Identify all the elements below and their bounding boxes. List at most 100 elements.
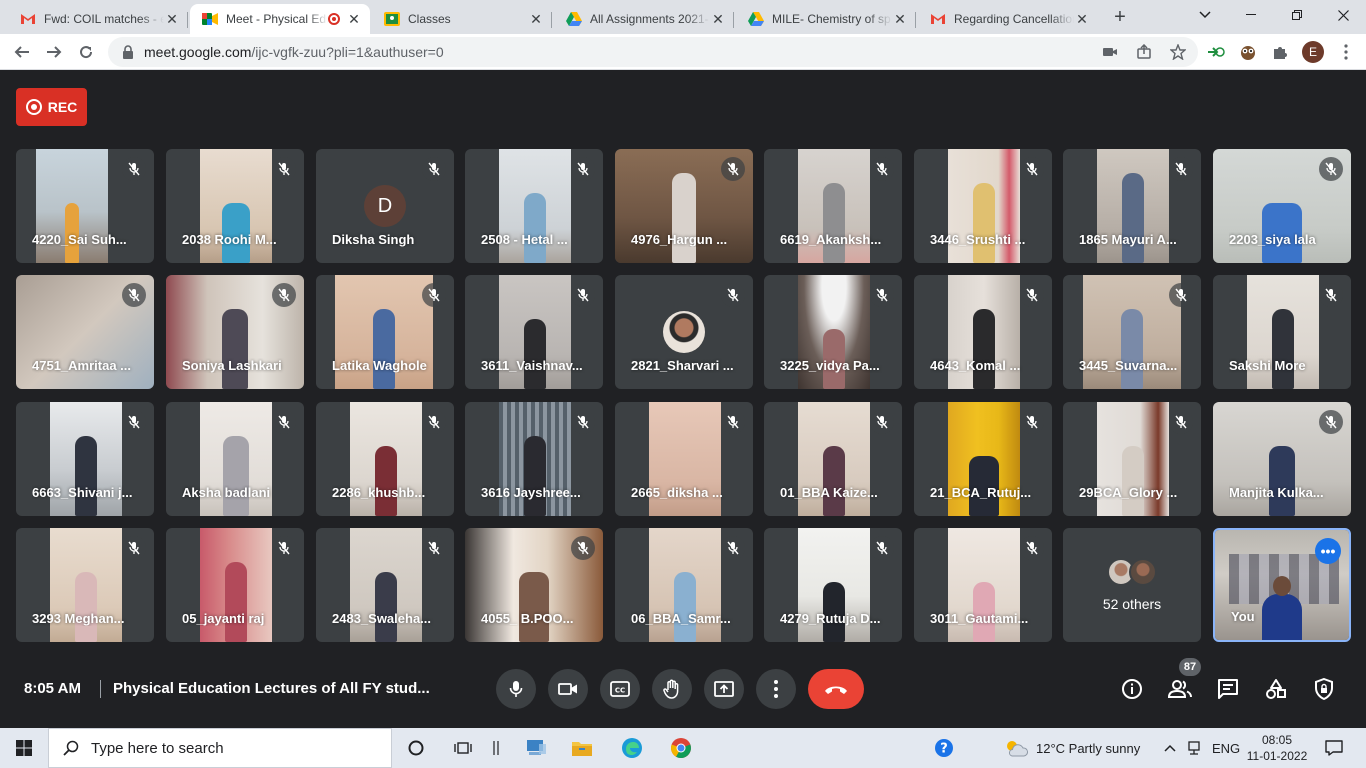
tab-classroom[interactable]: Classes ✕ (372, 4, 552, 34)
profile-avatar[interactable]: E (1302, 41, 1324, 63)
computer-app-icon[interactable] (524, 736, 548, 760)
file-explorer-icon[interactable] (570, 736, 594, 760)
participant-tile[interactable]: 4055_ B.POO... (465, 528, 603, 642)
others-avatar-stack (1107, 558, 1159, 586)
windows-start-button[interactable] (0, 728, 48, 768)
participant-tile[interactable]: 2286_khushb... (316, 402, 454, 516)
participant-tile[interactable]: 2508 - Hetal ... (465, 149, 603, 263)
close-icon[interactable]: ✕ (1074, 11, 1090, 28)
participant-tile[interactable]: D Diksha Singh (316, 149, 454, 263)
task-view-icon[interactable] (451, 736, 475, 760)
participant-tile[interactable]: 29BCA_Glory ... (1063, 402, 1201, 516)
participant-tile[interactable]: Sakshi More (1213, 275, 1351, 389)
participant-tile[interactable]: 2038 Roohi M... (166, 149, 304, 263)
captions-button[interactable]: CC (600, 669, 640, 709)
recording-badge[interactable]: REC (16, 88, 87, 126)
activities-button[interactable] (1263, 676, 1289, 702)
edge-browser-icon[interactable] (620, 736, 644, 760)
taskbar-clock[interactable]: 08:05 11-01-2022 (1244, 732, 1310, 764)
participant-tile[interactable]: 05_jayanti raj (166, 528, 304, 642)
others-tile[interactable]: 52 others (1063, 528, 1201, 642)
meeting-title: Physical Education Lectures of All FY st… (113, 680, 430, 697)
participant-tile[interactable]: 3616 Jayshree... (465, 402, 603, 516)
close-icon[interactable]: ✕ (892, 11, 908, 28)
participant-tile[interactable]: 3446_Srushti ... (914, 149, 1052, 263)
present-screen-button[interactable] (704, 669, 744, 709)
restore-button[interactable] (1274, 0, 1320, 30)
extension-owl-icon[interactable] (1238, 42, 1258, 62)
reload-icon[interactable] (74, 40, 98, 64)
participant-tile[interactable]: 2203_siya lala (1213, 149, 1351, 263)
participant-tile[interactable]: 3611_Vaishnav... (465, 275, 603, 389)
participant-tile[interactable]: Aksha badlani (166, 402, 304, 516)
tab-gmail-coil[interactable]: Fwd: COIL matches - e ✕ (8, 4, 188, 34)
extension-arrow-icon[interactable] (1206, 42, 1226, 62)
forward-arrow-icon[interactable] (42, 40, 66, 64)
meeting-details-button[interactable] (1119, 676, 1145, 702)
kebab-menu-icon[interactable] (1336, 42, 1356, 62)
tab-gmail-cancellation[interactable]: Regarding Cancellation ✕ (918, 4, 1098, 34)
participant-tile[interactable]: 1865 Mayuri A... (1063, 149, 1201, 263)
participant-tile[interactable]: 01_BBA Kaize... (764, 402, 902, 516)
network-icon[interactable] (1182, 736, 1206, 760)
chat-button[interactable] (1215, 676, 1241, 702)
address-bar[interactable]: meet.google.com/ijc-vgfk-zuu?pli=1&authu… (108, 37, 1198, 67)
participant-tile[interactable]: Manjita Kulka... (1213, 402, 1351, 516)
participant-tile[interactable]: 2821_Sharvari ... (615, 275, 753, 389)
people-button[interactable] (1167, 676, 1193, 702)
microphone-button[interactable] (496, 669, 536, 709)
participant-tile[interactable]: 21_BCA_Rutuj... (914, 402, 1052, 516)
minimize-button[interactable] (1228, 0, 1274, 30)
close-icon[interactable]: ✕ (710, 11, 726, 28)
participant-tile[interactable]: 2483_Swaleha... (316, 528, 454, 642)
taskbar-search[interactable]: Type here to search (48, 728, 392, 768)
participant-tile[interactable]: 3445_Suvarna... (1063, 275, 1201, 389)
close-icon[interactable]: ✕ (164, 11, 180, 28)
participant-tile[interactable]: 4220_Sai Suh... (16, 149, 154, 263)
share-icon[interactable] (1136, 43, 1152, 63)
tab-title: Regarding Cancellation (954, 12, 1074, 26)
participant-tile[interactable]: 3011_Gautami... (914, 528, 1052, 642)
tab-search-chevron-icon[interactable] (1182, 0, 1228, 30)
notifications-icon[interactable] (1322, 736, 1346, 760)
more-options-icon[interactable]: ••• (1315, 538, 1341, 564)
back-arrow-icon[interactable] (10, 40, 34, 64)
participant-tile[interactable]: 4643_Komal ... (914, 275, 1052, 389)
participant-figure (225, 562, 247, 642)
host-controls-button[interactable] (1311, 676, 1337, 702)
participant-tile[interactable]: 3293 Meghan... (16, 528, 154, 642)
participant-tile[interactable]: Soniya Lashkari (166, 275, 304, 389)
more-options-button[interactable] (756, 669, 796, 709)
camera-in-use-icon[interactable] (1102, 44, 1118, 63)
participant-tile[interactable]: 4976_Hargun ... (615, 149, 753, 263)
close-icon[interactable]: ✕ (346, 11, 362, 28)
participant-name: Latika Waghole (332, 358, 427, 373)
participant-tile[interactable]: 4751_Amritaa ... (16, 275, 154, 389)
tray-chevron-up-icon[interactable] (1158, 736, 1182, 760)
cortana-circle-icon[interactable] (404, 736, 428, 760)
participant-tile[interactable]: 6663_Shivani j... (16, 402, 154, 516)
participant-tile[interactable]: 6619_Akanksh... (764, 149, 902, 263)
close-icon[interactable]: ✕ (528, 11, 544, 28)
participant-tile[interactable]: 4279_Rutuja D... (764, 528, 902, 642)
participant-tile[interactable]: 3225_vidya Pa... (764, 275, 902, 389)
leave-call-button[interactable] (808, 669, 864, 709)
chrome-browser-icon[interactable] (669, 736, 693, 760)
help-icon[interactable]: ? (932, 736, 956, 760)
participant-tile[interactable]: 2665_diksha ... (615, 402, 753, 516)
close-window-button[interactable] (1320, 0, 1366, 30)
participant-tile[interactable]: Latika Waghole (316, 275, 454, 389)
weather-widget[interactable]: 12°C Partly sunny (1004, 728, 1140, 768)
raise-hand-button[interactable] (652, 669, 692, 709)
participant-name: 4751_Amritaa ... (32, 358, 132, 373)
self-tile[interactable]: ••• You (1213, 528, 1351, 642)
participant-tile[interactable]: 06_BBA_Samr... (615, 528, 753, 642)
new-tab-button[interactable]: + (1108, 6, 1132, 30)
input-language[interactable]: ENG (1212, 728, 1240, 768)
tab-drive-assignments[interactable]: All Assignments 2021- ✕ (554, 4, 734, 34)
camera-button[interactable] (548, 669, 588, 709)
tab-meet[interactable]: Meet - Physical Educa ✕ (190, 4, 370, 34)
extensions-puzzle-icon[interactable] (1270, 42, 1290, 62)
tab-drive-mile[interactable]: MILE- Chemistry of sp ✕ (736, 4, 916, 34)
bookmark-star-icon[interactable] (1169, 43, 1187, 63)
